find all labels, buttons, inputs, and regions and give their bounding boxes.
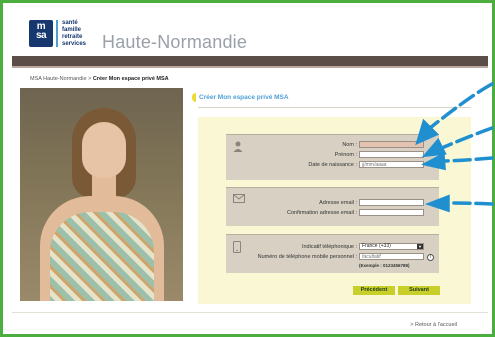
breadcrumb-home[interactable]: MSA Haute-Normandie (30, 76, 87, 82)
site-header: m sa santé famille retraite services Haut… (12, 8, 488, 56)
email-label: Adresse email : (319, 200, 357, 206)
indicatif-label: Indicatif téléphonique : (301, 244, 357, 250)
back-home-link[interactable]: > Retour à l'accueil (410, 322, 457, 328)
footer-divider (12, 312, 488, 313)
title-divider (198, 107, 471, 108)
hero-photo (20, 88, 183, 301)
next-button[interactable]: Suivant (398, 286, 440, 295)
tagline-line: santé (62, 20, 78, 26)
page-title: Créer Mon espace privé MSA (192, 93, 289, 102)
photo-face (82, 122, 126, 178)
logo-tagline: santé famille retraite services (62, 20, 86, 48)
header-subband (12, 66, 488, 68)
email-block: Adresse email : Confirmation adresse ema… (226, 187, 439, 226)
prenom-row: Prénom : (226, 151, 439, 160)
dob-input[interactable] (359, 161, 424, 168)
indicatif-select[interactable]: France (+33) ▼ (359, 243, 424, 250)
identity-block: Nom : Prénom : Date de naissance : (226, 134, 439, 180)
email-confirm-label: Confirmation adresse email : (286, 210, 357, 216)
tagline-line: retraite (62, 34, 83, 40)
breadcrumb: MSA Haute-Normandie > Créer Mon espace p… (30, 76, 169, 82)
nom-input[interactable] (359, 141, 424, 148)
email-confirm-row: Confirmation adresse email : (226, 209, 439, 218)
indicatif-row: Indicatif téléphonique : France (+33) ▼ (226, 243, 439, 252)
mobile-example-hint: (Exemple : 0123456789) (359, 263, 410, 268)
indicatif-value: France (+33) (362, 243, 391, 249)
header-band (12, 56, 488, 66)
mobile-row: Numéro de téléphone mobile personnel : i (226, 253, 439, 262)
signup-form: Nom : Prénom : Date de naissance : Adres… (198, 117, 471, 304)
photo-dress (50, 212, 154, 301)
nom-row: Nom : (226, 141, 439, 150)
logo-divider (56, 20, 58, 47)
email-row: Adresse email : (226, 199, 439, 208)
prenom-label: Prénom : (334, 152, 357, 158)
info-icon[interactable]: i (427, 254, 434, 261)
mobile-label: Numéro de téléphone mobile personnel : (257, 254, 357, 260)
msa-logo[interactable]: m sa (29, 20, 53, 47)
email-confirm-input[interactable] (359, 209, 424, 216)
tagline-line: famille (62, 27, 82, 33)
mobile-input[interactable] (359, 253, 424, 260)
dob-row: Date de naissance : (226, 161, 439, 170)
nom-label: Nom : (342, 142, 357, 148)
prenom-input[interactable] (359, 151, 424, 158)
previous-button[interactable]: Précédent (353, 286, 395, 295)
region-title: Haute-Normandie (102, 32, 248, 52)
phone-block: Indicatif téléphonique : France (+33) ▼ … (226, 234, 439, 273)
chevron-down-icon[interactable]: ▼ (417, 244, 423, 249)
dob-label: Date de naissance : (308, 162, 357, 168)
breadcrumb-current: Créer Mon espace privé MSA (92, 76, 169, 82)
email-input[interactable] (359, 199, 424, 206)
tagline-line: services (62, 41, 87, 47)
breadcrumb-separator: > (88, 76, 92, 82)
